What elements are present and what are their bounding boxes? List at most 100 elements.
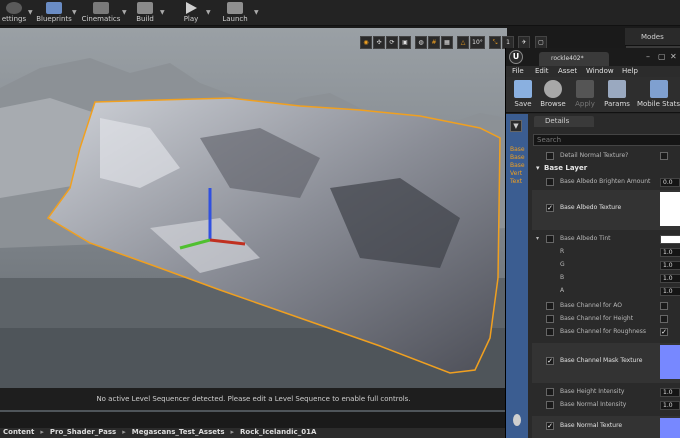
crumb-megascans[interactable]: Megascans_Test_Assets — [129, 428, 228, 436]
browse-icon — [544, 80, 562, 98]
save-button[interactable]: Save — [510, 80, 536, 108]
menu-help[interactable]: Help — [622, 67, 638, 75]
checkbox[interactable] — [546, 235, 554, 243]
b-value-input[interactable]: 1.0 — [660, 274, 680, 283]
angle-snap-icon[interactable]: △ — [457, 36, 469, 49]
rotate-icon[interactable]: ⟳ — [386, 36, 398, 49]
cinematics-button[interactable]: Cinematics — [80, 0, 122, 26]
settings-button[interactable]: ettings — [0, 0, 28, 26]
checkbox[interactable] — [546, 401, 554, 409]
brighten-value-input[interactable]: 0.0 — [660, 178, 680, 187]
save-label: Save — [514, 100, 532, 108]
checkbox[interactable] — [546, 315, 554, 323]
scale-snap-icon[interactable]: ⤡ — [489, 36, 501, 49]
play-button[interactable]: Play — [176, 0, 206, 26]
launch-button[interactable]: Launch — [218, 0, 252, 26]
menu-asset[interactable]: Asset — [558, 67, 577, 75]
crumb-pro-shader-pass[interactable]: Pro_Shader_Pass — [47, 428, 119, 436]
checkbox-checked[interactable]: ✓ — [660, 328, 668, 336]
apply-button[interactable]: Apply — [572, 80, 598, 108]
prop-label: R — [560, 248, 565, 255]
scale-icon[interactable]: ▣ — [399, 36, 411, 49]
grid-snap-icon[interactable]: # — [428, 36, 440, 49]
build-button[interactable]: Build — [130, 0, 160, 26]
maximize-window-icon[interactable]: ▢ — [658, 52, 666, 61]
material-tab[interactable]: rockle402* — [539, 52, 609, 66]
launch-caret-icon[interactable]: ▼ — [254, 6, 260, 20]
graph-node-labels: Base Base Base Vert Text — [510, 146, 525, 186]
crumb-content[interactable]: Content — [0, 428, 37, 436]
normal-texture-thumbnail[interactable] — [660, 418, 680, 438]
crumb-rock[interactable]: Rock_Icelandic_01A — [237, 428, 319, 436]
checkbox-checked[interactable]: ✓ — [546, 357, 554, 365]
settings-label: ettings — [1, 15, 27, 23]
mask-texture-thumbnail[interactable] — [660, 345, 680, 379]
blueprints-caret-icon[interactable]: ▼ — [72, 6, 78, 20]
details-tab[interactable]: Details — [534, 116, 594, 127]
chevron-down-icon[interactable]: ▾ — [536, 235, 539, 242]
settings-caret-icon[interactable]: ▼ — [28, 6, 34, 20]
grid-size-icon[interactable]: ▦ — [441, 36, 453, 49]
prop-label: Base Albedo Brighten Amount — [560, 178, 651, 185]
height-intensity-input[interactable]: 1.0 — [660, 388, 680, 397]
cinematics-caret-icon[interactable]: ▼ — [122, 6, 128, 20]
checkbox[interactable] — [546, 152, 554, 160]
prop-label: Detail Normal Texture? — [560, 152, 629, 159]
blueprints-button[interactable]: Blueprints — [36, 0, 72, 26]
prop-label: Base Channel for Height — [560, 315, 634, 322]
a-value-input[interactable]: 1.0 — [660, 287, 680, 296]
material-graph[interactable]: ▼ Base Base Base Vert Text — [506, 114, 528, 438]
r-value-input[interactable]: 1.0 — [660, 248, 680, 257]
material-editor-titlebar[interactable]: U rockle402* – ▢ ✕ — [506, 48, 680, 66]
details-search-input[interactable]: Search — [533, 134, 680, 146]
prop-mask-texture: ✓ Base Channel Mask Texture — [532, 343, 680, 383]
checkbox-checked[interactable]: ✓ — [546, 422, 554, 430]
close-icon[interactable]: ✕ — [670, 52, 677, 61]
menu-edit[interactable]: Edit — [535, 67, 549, 75]
params-label: Params — [604, 100, 630, 108]
checkbox[interactable] — [660, 302, 668, 310]
graph-menu-icon[interactable]: ▼ — [510, 120, 522, 132]
graph-scroll-handle[interactable] — [513, 414, 521, 426]
cinematics-label: Cinematics — [81, 15, 121, 23]
world-icon[interactable]: ◍ — [415, 36, 427, 49]
mobile-stats-icon — [649, 80, 668, 98]
checkbox[interactable] — [660, 315, 668, 323]
checkbox[interactable] — [546, 302, 554, 310]
level-viewport[interactable] — [0, 28, 507, 412]
prop-label: Base Channel for Roughness — [560, 328, 646, 335]
play-caret-icon[interactable]: ▼ — [206, 6, 212, 20]
browse-button[interactable]: Browse — [538, 80, 568, 108]
prop-detail-normal: Detail Normal Texture? — [532, 152, 680, 162]
build-label: Build — [136, 15, 154, 23]
unreal-logo-icon: U — [509, 50, 523, 64]
checkbox-checked[interactable]: ✓ — [546, 204, 554, 212]
minimize-icon[interactable]: – — [646, 52, 650, 61]
albedo-tint-swatch[interactable] — [660, 235, 680, 244]
prop-b: B 1.0 — [532, 274, 680, 284]
angle-value[interactable]: 10° — [470, 36, 485, 49]
checkbox[interactable] — [546, 328, 554, 336]
blueprint-icon — [46, 2, 62, 14]
checkbox[interactable] — [660, 152, 668, 160]
realtime-icon[interactable]: ◉ — [360, 36, 372, 49]
prop-label: B — [560, 274, 565, 281]
checkbox[interactable] — [546, 178, 554, 186]
menu-window[interactable]: Window — [586, 67, 614, 75]
albedo-texture-thumbnail[interactable] — [660, 192, 680, 226]
modes-tab[interactable]: Modes — [625, 28, 680, 46]
material-toolbar: Save Browse Apply Params Mobile Stats — [506, 77, 680, 113]
section-base-layer[interactable]: ▾ Base Layer — [532, 164, 680, 174]
move-icon[interactable]: ✣ — [373, 36, 385, 49]
save-icon — [514, 80, 532, 98]
normal-intensity-input[interactable]: 1.0 — [660, 401, 680, 410]
checkbox[interactable] — [546, 388, 554, 396]
g-value-input[interactable]: 1.0 — [660, 261, 680, 270]
params-button[interactable]: Params — [602, 80, 632, 108]
section-label: Base Layer — [544, 164, 588, 172]
prop-label: Base Height Intensity — [560, 388, 625, 395]
build-caret-icon[interactable]: ▼ — [160, 6, 166, 20]
mobile-stats-button[interactable]: Mobile Stats — [636, 80, 680, 108]
apply-icon — [576, 80, 594, 98]
menu-file[interactable]: File — [512, 67, 524, 75]
